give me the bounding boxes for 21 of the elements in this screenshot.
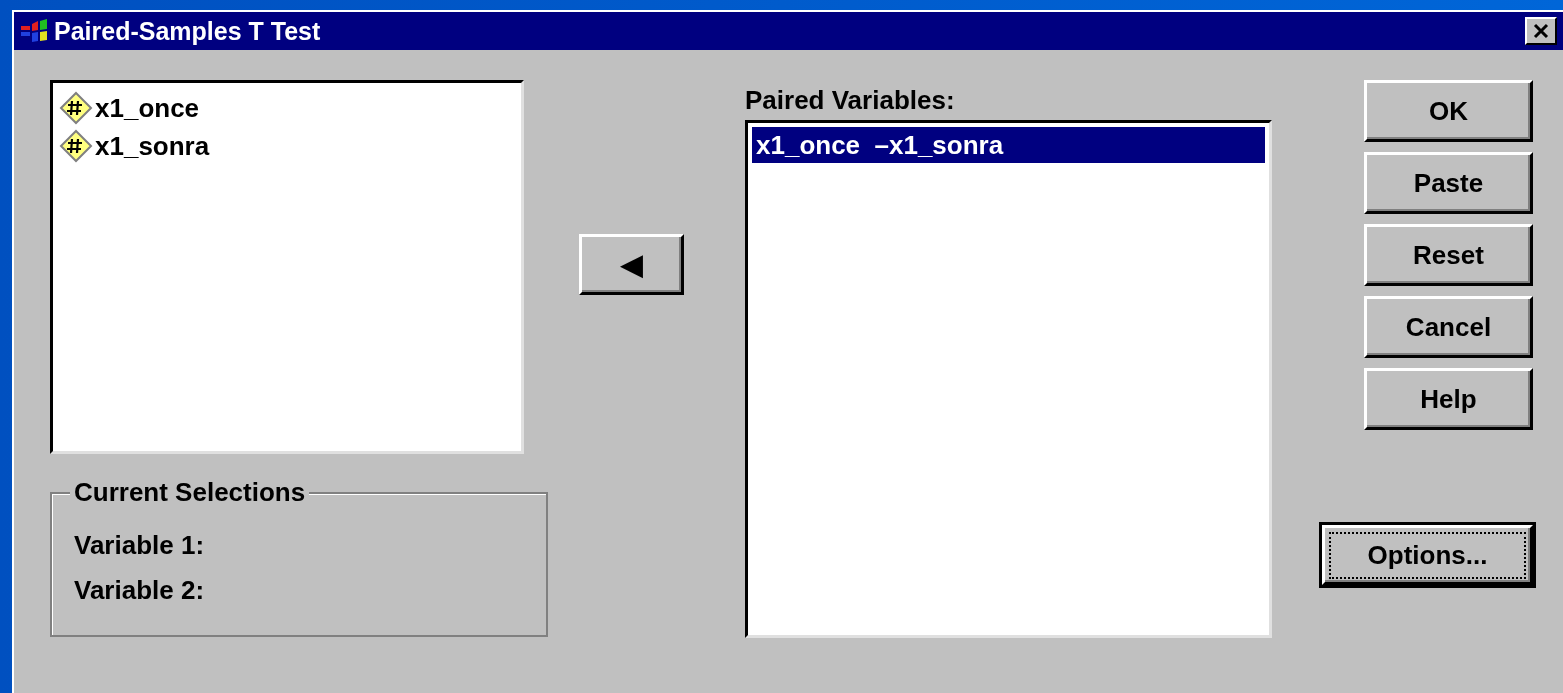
dialog-button[interactable]: Paste xyxy=(1364,152,1533,214)
pair-item[interactable]: x1_once –x1_sonra xyxy=(752,127,1265,163)
paired-variables-list[interactable]: x1_once –x1_sonra xyxy=(745,120,1272,638)
dialog-button[interactable]: Reset xyxy=(1364,224,1533,286)
dialog-button[interactable]: Cancel xyxy=(1364,296,1533,358)
close-icon xyxy=(1532,23,1550,39)
paired-variables-label: Paired Variables: xyxy=(745,84,956,117)
dialog-button[interactable]: Help xyxy=(1364,368,1533,430)
variable-label: Variable 2: xyxy=(74,575,206,606)
numeric-variable-icon xyxy=(59,91,93,125)
app-icon xyxy=(20,18,50,44)
dialog-button[interactable]: OK xyxy=(1364,80,1533,142)
variable-label: Variable 1: xyxy=(74,530,206,561)
variable-list[interactable]: x1_once x1_sonra xyxy=(50,80,524,454)
close-button[interactable] xyxy=(1525,17,1557,45)
move-button[interactable]: ◀ xyxy=(579,234,684,295)
numeric-variable-icon xyxy=(59,129,93,163)
variable-item[interactable]: x1_once xyxy=(59,89,515,127)
options-button[interactable]: Options... xyxy=(1322,525,1533,585)
variable-item[interactable]: x1_sonra xyxy=(59,127,515,165)
window-title: Paired-Samples T Test xyxy=(54,16,321,46)
